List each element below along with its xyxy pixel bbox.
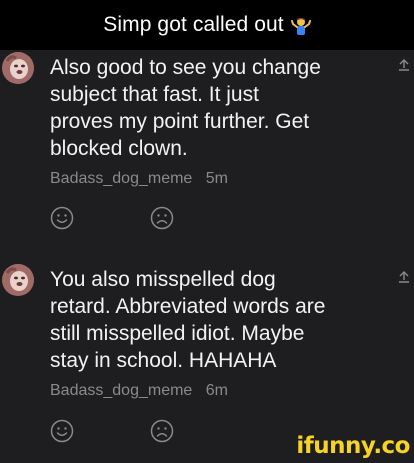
frown-icon[interactable] [150,419,174,443]
comment-meta: Badass_dog_meme 5m [50,170,228,188]
user-avatar[interactable] [2,52,34,84]
post-title: Simp got called out [103,13,284,36]
comment-author[interactable]: Badass_dog_meme [50,170,192,187]
frown-icon[interactable] [150,206,174,230]
reply-icon[interactable] [398,58,410,72]
title-bar: Simp got called out [0,0,414,50]
smile-icon[interactable] [50,206,74,230]
smile-icon[interactable] [50,419,74,443]
comment-item: You also misspelled dog retard. Abbrevia… [0,262,414,462]
user-avatar[interactable] [2,264,34,296]
person-shrugging-icon [290,16,311,36]
comment-time: 6m [205,382,228,399]
comment-author[interactable]: Badass_dog_meme [50,382,192,399]
comment-text: Also good to see you change subject that… [50,56,321,160]
ifunny-watermark: ifunny.co [296,433,410,459]
comment-text: You also misspelled dog retard. Abbrevia… [50,268,326,372]
comment-item: Also good to see you change subject that… [0,50,414,250]
comment-meta: Badass_dog_meme 6m [50,382,228,400]
comments-list: Also good to see you change subject that… [0,50,414,463]
comment-time: 5m [205,170,228,187]
reply-icon[interactable] [398,270,410,284]
